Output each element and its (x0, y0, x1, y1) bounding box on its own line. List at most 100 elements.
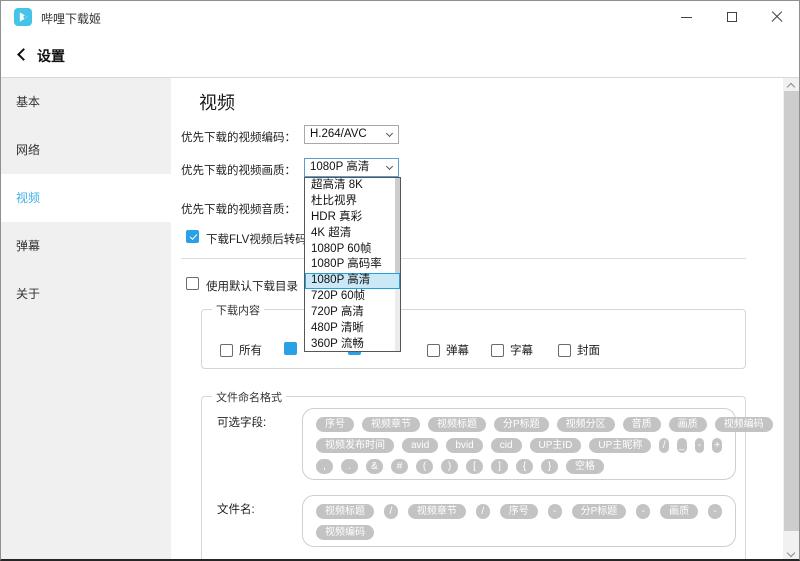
download-content-legend: 下载内容 (212, 302, 264, 318)
filename-tag[interactable]: - (548, 504, 562, 519)
codec-select[interactable]: H.264/AVC (304, 125, 399, 144)
checkbox[interactable] (284, 342, 297, 355)
sidebar-item[interactable]: 弹幕 (1, 222, 171, 270)
field-tag[interactable]: { (516, 459, 533, 474)
filename-tag[interactable]: - (708, 504, 722, 519)
checkbox[interactable] (491, 344, 504, 357)
field-tag[interactable]: & (366, 459, 383, 474)
app-logo-icon (14, 8, 32, 26)
field-tag[interactable]: ) (441, 459, 458, 474)
field-tag[interactable]: UP主昵称 (589, 438, 651, 453)
window-title: 哔哩下载姬 (41, 10, 101, 27)
quality-dropdown: 超高清 8K 杜比视界 HDR 真彩 4K 超清 1080P 60帧 1080P… (304, 177, 401, 352)
sidebar-item[interactable]: 基本 (1, 78, 171, 126)
field-tag[interactable]: / (659, 438, 669, 453)
filename-tag[interactable]: 视频编码 (316, 525, 374, 540)
field-tag[interactable]: bvid (446, 438, 482, 453)
filename-tag[interactable]: / (384, 504, 398, 519)
filename-tag[interactable]: / (476, 504, 490, 519)
field-tag[interactable]: 视频发布时间 (316, 438, 394, 453)
download-content-option: 弹幕 (427, 342, 469, 358)
flv-transcode-label: 下载FLV视频后转码 (206, 231, 307, 247)
close-button[interactable] (754, 1, 799, 33)
maximize-button[interactable] (709, 1, 754, 33)
field-tag[interactable]: cid (491, 438, 522, 453)
download-content-option: 字幕 (491, 342, 533, 358)
filename-tag[interactable]: - (636, 504, 650, 519)
dropdown-option[interactable]: HDR 真彩 (305, 210, 400, 226)
default-dir-checkbox[interactable] (186, 277, 199, 290)
field-tag[interactable]: avid (402, 438, 438, 453)
dropdown-option[interactable]: 360P 流畅 (305, 337, 400, 353)
field-tag[interactable]: 视频章节 (362, 417, 420, 432)
field-tag[interactable]: - (695, 438, 705, 453)
filename-tag[interactable]: 视频标题 (316, 504, 374, 519)
pill-row: 视频发布时间 avid bvidcid UP主ID UP主昵称 / _-+ (316, 438, 722, 453)
checkbox[interactable] (427, 344, 440, 357)
dropdown-option[interactable]: 1080P 高码率 (305, 257, 400, 273)
field-tag[interactable]: [ (466, 459, 483, 474)
audio-quality-label: 优先下载的视频音质： (181, 201, 296, 217)
scrollbar-thumb[interactable] (784, 91, 799, 531)
checkbox[interactable] (558, 344, 571, 357)
field-tag[interactable]: 空格 (566, 459, 604, 474)
section-title: 视频 (199, 89, 235, 115)
quality-select-value: 1080P 高清 (310, 159, 369, 176)
file-naming-legend: 文件命名格式 (212, 389, 286, 405)
field-tag[interactable]: , (316, 459, 333, 474)
flv-transcode-checkbox[interactable] (186, 230, 199, 243)
field-tag[interactable]: } (541, 459, 558, 474)
field-tag[interactable]: _ (677, 438, 687, 453)
sidebar-item[interactable]: 网络 (1, 126, 171, 174)
download-content-option (284, 342, 303, 355)
filename-label: 文件名: (217, 501, 255, 517)
field-tag[interactable]: 序号 (316, 417, 354, 432)
quality-label: 优先下载的视频画质： (181, 162, 296, 178)
field-tag[interactable]: 分P标题 (494, 417, 549, 432)
field-tag[interactable]: . (341, 459, 358, 474)
dropdown-option[interactable]: 1080P 60帧 (305, 242, 400, 258)
titlebar: 哔哩下载姬 (1, 1, 799, 33)
field-tag[interactable]: 视频分区 (557, 417, 615, 432)
back-icon[interactable] (17, 48, 30, 61)
filename-tag[interactable]: 画质 (660, 504, 698, 519)
field-tag[interactable]: # (391, 459, 408, 474)
pill-row: 序号视频章节视频标题分P标题视频分区音质画质视频编码 (316, 417, 722, 432)
dropdown-option[interactable]: 杜比视界 (305, 194, 400, 210)
dropdown-option[interactable]: 720P 60帧 (305, 289, 400, 305)
maximize-icon (727, 12, 737, 22)
dropdown-option[interactable]: 超高清 8K (305, 178, 400, 194)
checkbox-label: 封面 (577, 342, 600, 358)
field-tag[interactable]: 视频标题 (428, 417, 486, 432)
checkbox[interactable] (220, 344, 233, 357)
dropdown-option[interactable]: 4K 超清 (305, 226, 400, 242)
dropdown-option[interactable]: 1080P 高清 (305, 273, 400, 289)
sidebar-item[interactable]: 关于 (1, 270, 171, 318)
checkbox-label: 所有 (239, 342, 262, 358)
download-content-group: 下载内容 所有 弹幕 字幕 (201, 309, 746, 369)
filename-tag[interactable]: 视频章节 (408, 504, 466, 519)
dropdown-option[interactable]: 480P 清晰 (305, 321, 400, 337)
quality-select[interactable]: 1080P 高清 (304, 158, 399, 177)
field-tag[interactable]: ] (491, 459, 508, 474)
field-tag[interactable]: 画质 (669, 417, 707, 432)
filename-tag[interactable]: 序号 (500, 504, 538, 519)
minimize-button[interactable] (664, 1, 709, 33)
optional-fields-label: 可选字段: (217, 414, 266, 430)
dropdown-option[interactable]: 720P 高清 (305, 305, 400, 321)
scroll-up-icon[interactable] (787, 83, 795, 91)
field-tag[interactable]: UP主ID (530, 438, 582, 453)
field-tag[interactable]: ( (416, 459, 433, 474)
pill-row: 视频编码 (316, 525, 722, 540)
scroll-down-icon[interactable] (787, 549, 795, 557)
main-scrollbar[interactable] (783, 78, 800, 561)
pill-row: 视频标题/视频章节/序号-分P标题-画质- (316, 504, 722, 519)
field-tag[interactable]: 音质 (623, 417, 661, 432)
chevron-down-icon (386, 163, 393, 170)
close-icon (771, 11, 783, 23)
settings-header: 设置 (1, 33, 799, 78)
sidebar-item[interactable]: 视频 (1, 174, 171, 222)
filename-tag[interactable]: 分P标题 (572, 504, 627, 519)
field-tag[interactable]: 视频编码 (715, 417, 773, 432)
field-tag[interactable]: + (712, 438, 722, 453)
